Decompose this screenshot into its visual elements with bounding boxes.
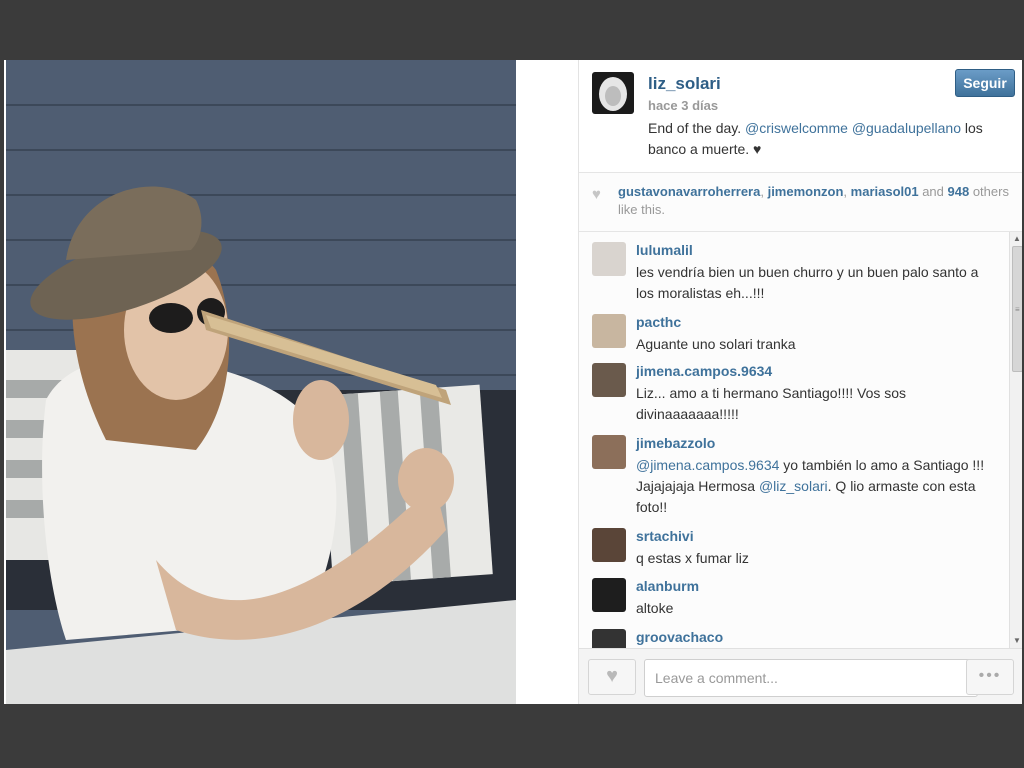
- scroll-thumb[interactable]: ≡: [1012, 246, 1022, 372]
- likes-text: gustavonavarroherrera, jimemonzon, maria…: [618, 183, 1010, 219]
- comment-username[interactable]: pacthc: [636, 314, 681, 330]
- heart-icon: ♥: [592, 186, 601, 203]
- post-header: liz_solari hace 3 días End of the day. @…: [579, 60, 1022, 173]
- post-modal: liz_solari hace 3 días End of the day. @…: [4, 60, 1022, 704]
- commenter-avatar[interactable]: [592, 528, 626, 562]
- liker-mariasol01[interactable]: mariasol01: [851, 184, 919, 199]
- caption-mention-criswelcomme[interactable]: @criswelcomme: [745, 120, 848, 136]
- likes-sep: ,: [843, 184, 851, 199]
- comment-username[interactable]: alanburm: [636, 578, 699, 594]
- post-caption: End of the day. @criswelcomme @guadalupe…: [648, 118, 1008, 160]
- comment-text: @jimena.campos.9634 yo también lo amo a …: [636, 455, 996, 518]
- commenter-avatar[interactable]: [592, 242, 626, 276]
- avatar-image: [592, 72, 634, 114]
- comment-text: Liz... amo a ti hermano Santiago!!!! Vos…: [636, 385, 907, 422]
- commenter-avatar[interactable]: [592, 629, 626, 648]
- photo-gap: [516, 60, 578, 704]
- scroll-up-arrow-icon[interactable]: ▲: [1010, 232, 1022, 246]
- grip-icon: ≡: [1015, 305, 1020, 314]
- post-timestamp[interactable]: hace 3 días: [648, 98, 718, 113]
- author-avatar[interactable]: [592, 72, 634, 114]
- author-username[interactable]: liz_solari: [648, 74, 721, 94]
- comment-username[interactable]: groovachaco: [636, 629, 723, 645]
- post-sidebar: liz_solari hace 3 días End of the day. @…: [578, 60, 1022, 704]
- comment-username[interactable]: srtachivi: [636, 528, 694, 544]
- comment-text: altoke: [636, 600, 674, 616]
- caption-text: End of the day.: [648, 120, 746, 136]
- likes-section: ♥ gustavonavarroherrera, jimemonzon, mar…: [579, 173, 1022, 232]
- liker-gustavonavarroherrera[interactable]: gustavonavarroherrera: [618, 184, 760, 199]
- comment-mention[interactable]: @jimena.campos.9634: [636, 457, 779, 473]
- heart-icon: ♥: [606, 665, 618, 687]
- liker-jimemonzon[interactable]: jimemonzon: [768, 184, 844, 199]
- caption-mention-guadalupellano[interactable]: @guadalupellano: [852, 120, 961, 136]
- post-photo[interactable]: [6, 60, 516, 704]
- comment-text: q estas x fumar liz: [636, 550, 749, 566]
- commenter-avatar[interactable]: [592, 314, 626, 348]
- commenter-avatar[interactable]: [592, 363, 626, 397]
- commenter-avatar[interactable]: [592, 578, 626, 612]
- comment-username[interactable]: jimebazzolo: [636, 435, 715, 451]
- comments-list[interactable]: lulumalil les vendría bien un buen churr…: [579, 232, 1009, 648]
- comment-username[interactable]: jimena.campos.9634: [636, 363, 772, 379]
- comment-footer: ♥ •••: [579, 648, 1022, 704]
- follow-button[interactable]: Seguir: [955, 69, 1015, 97]
- commenter-avatar[interactable]: [592, 435, 626, 469]
- woman-with-hat-photo: [6, 60, 516, 704]
- likes-count[interactable]: 948: [948, 184, 970, 199]
- like-button[interactable]: ♥: [588, 659, 636, 695]
- comment-username[interactable]: lulumalil: [636, 242, 693, 258]
- likes-sep: ,: [760, 184, 768, 199]
- more-options-button[interactable]: •••: [966, 659, 1014, 695]
- likes-and: and: [918, 184, 948, 199]
- comment-text: Aguante uno solari tranka: [636, 336, 796, 352]
- comment-text: les vendría bien un buen churro y un bue…: [636, 264, 979, 301]
- comments-scrollbar[interactable]: ▲ ≡ ▼: [1009, 232, 1022, 648]
- comment-input[interactable]: [644, 659, 978, 697]
- scroll-down-arrow-icon[interactable]: ▼: [1010, 634, 1022, 648]
- comment-mention[interactable]: @liz_solari: [759, 478, 828, 494]
